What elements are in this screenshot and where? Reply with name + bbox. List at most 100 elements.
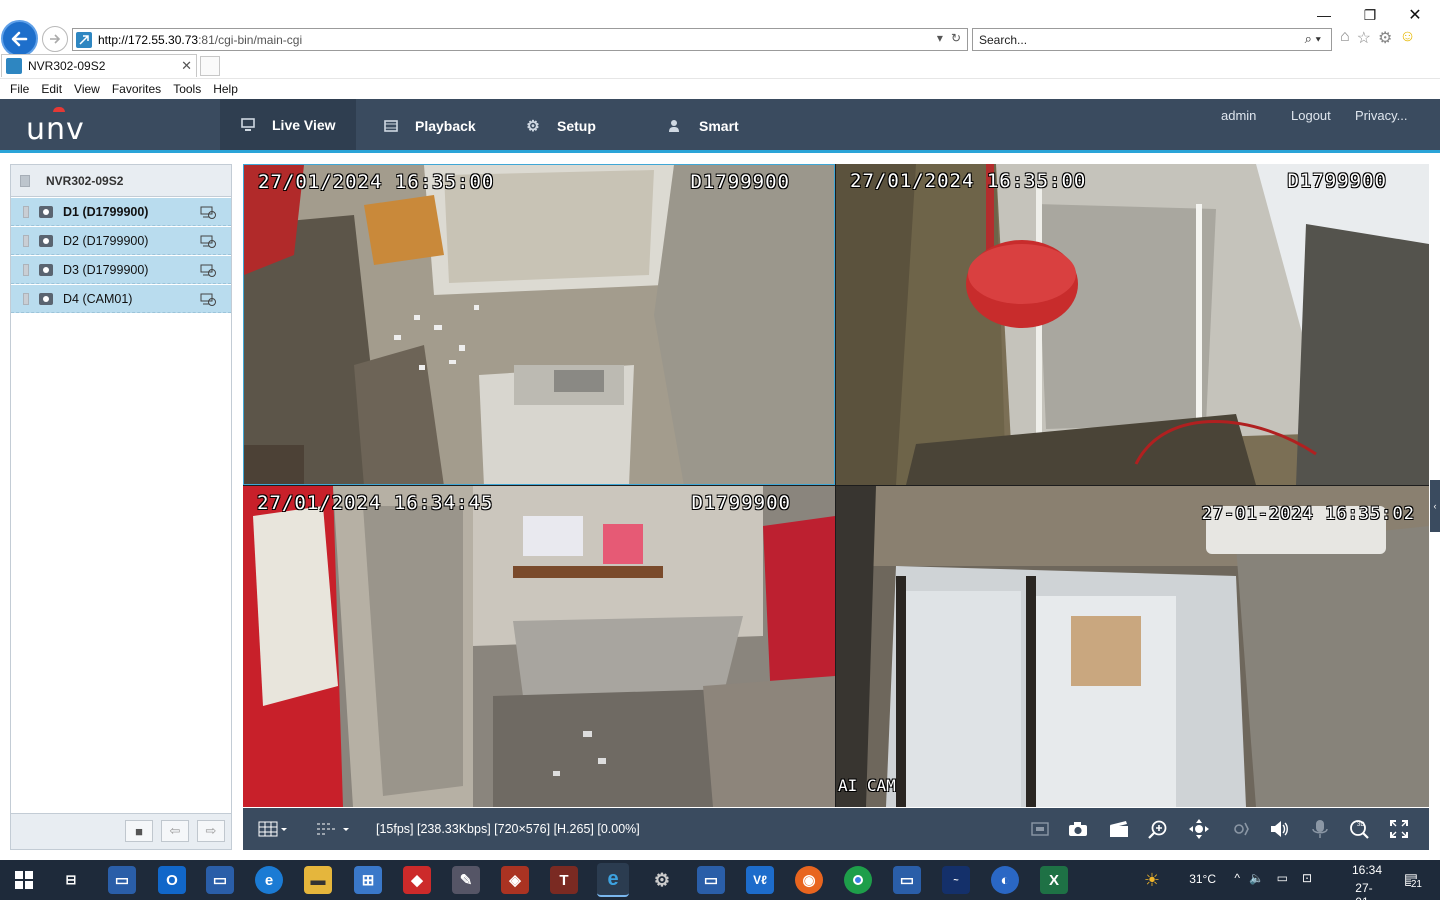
osd-timestamp: 27/01/2024 16:35:00 bbox=[850, 170, 1087, 192]
restore-button[interactable]: ❐ bbox=[1347, 4, 1393, 26]
stop-all-button[interactable]: ■ bbox=[125, 820, 153, 842]
nav-setup[interactable]: ⚙ Setup bbox=[525, 99, 596, 153]
video-tile-1[interactable]: 27/01/2024 16:35:00 D1799900 bbox=[243, 164, 835, 485]
weather-temperature[interactable]: 31°C bbox=[1189, 872, 1216, 886]
audio-volume-icon[interactable] bbox=[1268, 818, 1290, 840]
prev-page-button[interactable]: ⇦ bbox=[161, 820, 189, 842]
display-mode-icon[interactable] bbox=[1029, 818, 1051, 840]
app-window-icon[interactable]: ▭ bbox=[206, 866, 234, 894]
device-tree-header[interactable]: NVR302-09S2 bbox=[11, 165, 231, 197]
record-camera-icon[interactable] bbox=[200, 205, 217, 219]
app-icon[interactable]: ◈ bbox=[501, 866, 529, 894]
3d-zoom-icon[interactable]: 3D bbox=[1348, 818, 1370, 840]
record-camera-icon[interactable] bbox=[200, 292, 217, 306]
anydesk-icon[interactable]: ◆ bbox=[403, 866, 431, 894]
drag-handle-icon[interactable] bbox=[23, 234, 29, 247]
excel-icon[interactable]: X bbox=[1040, 866, 1068, 894]
drag-handle-icon[interactable] bbox=[23, 292, 29, 305]
home-icon[interactable]: ⌂ bbox=[1340, 28, 1350, 48]
snapshot-camera-icon[interactable] bbox=[1067, 818, 1089, 840]
task-view-icon[interactable]: ⊟ bbox=[57, 866, 85, 894]
ptz-control-icon[interactable] bbox=[1188, 818, 1210, 840]
dropdown-icon[interactable]: ▾ bbox=[937, 31, 943, 45]
refresh-icon[interactable]: ↻ bbox=[951, 31, 961, 45]
camera-row-d4[interactable]: D4 (CAM01) bbox=[11, 285, 231, 313]
smart-person-icon bbox=[667, 118, 683, 134]
app-window-icon[interactable]: ▭ bbox=[697, 866, 725, 894]
screen-layout-button[interactable] bbox=[255, 818, 291, 840]
volume-icon[interactable]: 🔈 bbox=[1249, 871, 1264, 885]
logout-link[interactable]: Logout bbox=[1291, 108, 1331, 123]
video-tile-2[interactable]: 27/01/2024 16:35:00 D1799900 bbox=[836, 164, 1429, 485]
file-explorer-icon[interactable]: ▬ bbox=[304, 866, 332, 894]
menu-help[interactable]: Help bbox=[213, 82, 238, 96]
clock-date[interactable]: 27-01-2024 bbox=[1355, 881, 1382, 923]
vs-app-icon[interactable]: Vℓ bbox=[746, 866, 774, 894]
clock-time[interactable]: 16:34 bbox=[1352, 863, 1382, 877]
menu-favorites[interactable]: Favorites bbox=[112, 82, 161, 96]
app-icon[interactable]: ◐ bbox=[991, 866, 1019, 894]
nav-playback[interactable]: Playback bbox=[383, 99, 476, 153]
edge-icon[interactable]: e bbox=[255, 866, 283, 894]
internet-explorer-icon[interactable]: e bbox=[597, 863, 629, 897]
close-window-button[interactable]: ✕ bbox=[1392, 4, 1438, 26]
address-bar[interactable]: http://172.55.30.73:81/cgi-bin/main-cgi … bbox=[72, 28, 968, 51]
outlook-icon[interactable]: O bbox=[158, 866, 186, 894]
privacy-link[interactable]: Privacy... bbox=[1355, 108, 1408, 123]
video-tile-4[interactable]: 27-01-2024 16:35:02 AI CAM bbox=[836, 486, 1429, 807]
settings-app-icon[interactable]: ⚙ bbox=[648, 866, 676, 894]
chrome-icon[interactable] bbox=[844, 866, 872, 894]
camera-row-d1[interactable]: D1 (D1799900) bbox=[11, 198, 231, 226]
favorites-star-icon[interactable]: ☆ bbox=[1357, 28, 1371, 48]
drag-handle-icon[interactable] bbox=[23, 205, 29, 218]
app-window-icon[interactable]: ▭ bbox=[108, 866, 136, 894]
browser-tab[interactable]: NVR302-09S2 ✕ bbox=[1, 54, 197, 77]
weather-sun-icon[interactable]: ☀ bbox=[1144, 870, 1160, 891]
nvr-device-icon bbox=[20, 174, 30, 187]
network-icon[interactable]: ▭ bbox=[1277, 871, 1288, 885]
menu-edit[interactable]: Edit bbox=[41, 82, 62, 96]
collapse-panel-tab[interactable]: ‹ bbox=[1430, 480, 1440, 532]
camera-row-d2[interactable]: D2 (D1799900) bbox=[11, 227, 231, 255]
camera-feed-4-image bbox=[836, 486, 1429, 807]
camera-row-d3[interactable]: D3 (D1799900) bbox=[11, 256, 231, 284]
tally-icon[interactable]: T bbox=[550, 866, 578, 894]
settings-gear-icon[interactable]: ⚙ bbox=[1378, 28, 1392, 48]
drag-handle-icon[interactable] bbox=[23, 263, 29, 276]
ptz-3d-icon[interactable] bbox=[1228, 818, 1250, 840]
video-tile-3[interactable]: 27/01/2024 16:34:45 D1799900 bbox=[243, 486, 835, 807]
new-tab-button[interactable] bbox=[200, 56, 220, 76]
forward-button[interactable] bbox=[42, 26, 68, 52]
grid-layout-icon bbox=[258, 821, 287, 837]
chevron-up-icon[interactable]: ^ bbox=[1234, 871, 1240, 885]
url-text[interactable]: http://172.55.30.73:81/cgi-bin/main-cgi bbox=[98, 33, 302, 47]
nav-smart[interactable]: Smart bbox=[667, 99, 739, 153]
stream-type-button[interactable] bbox=[315, 818, 353, 840]
paint-icon[interactable]: ✎ bbox=[452, 866, 480, 894]
firefox-icon[interactable]: ◉ bbox=[795, 866, 823, 894]
next-page-button[interactable]: ⇨ bbox=[197, 820, 225, 842]
record-camera-icon[interactable] bbox=[200, 263, 217, 277]
search-icon[interactable]: ⌕ ▾ bbox=[1305, 31, 1321, 47]
tab-close-icon[interactable]: ✕ bbox=[181, 58, 192, 74]
menu-tools[interactable]: Tools bbox=[173, 82, 201, 96]
digital-zoom-icon[interactable] bbox=[1147, 818, 1169, 840]
admin-link[interactable]: admin bbox=[1221, 108, 1256, 123]
record-clapper-icon[interactable] bbox=[1108, 818, 1130, 840]
record-camera-icon[interactable] bbox=[200, 234, 217, 248]
menu-view[interactable]: View bbox=[74, 82, 100, 96]
search-box[interactable]: ⌕ ▾ bbox=[972, 28, 1332, 51]
nav-live-view[interactable]: Live View bbox=[220, 99, 356, 153]
menu-file[interactable]: File bbox=[10, 82, 29, 96]
minimize-button[interactable]: — bbox=[1301, 4, 1347, 26]
windows-start-icon[interactable] bbox=[10, 866, 38, 894]
back-button[interactable] bbox=[1, 20, 38, 57]
app-icon[interactable]: ~ bbox=[942, 866, 970, 894]
talk-microphone-icon[interactable] bbox=[1309, 818, 1331, 840]
app-window-icon[interactable]: ▭ bbox=[893, 866, 921, 894]
search-input[interactable] bbox=[979, 32, 1279, 47]
store-icon[interactable]: ⊞ bbox=[354, 866, 382, 894]
feedback-smiley-icon[interactable]: ☺ bbox=[1399, 28, 1415, 48]
security-icon[interactable]: ⊡ bbox=[1302, 871, 1312, 885]
fullscreen-icon[interactable] bbox=[1388, 818, 1410, 840]
